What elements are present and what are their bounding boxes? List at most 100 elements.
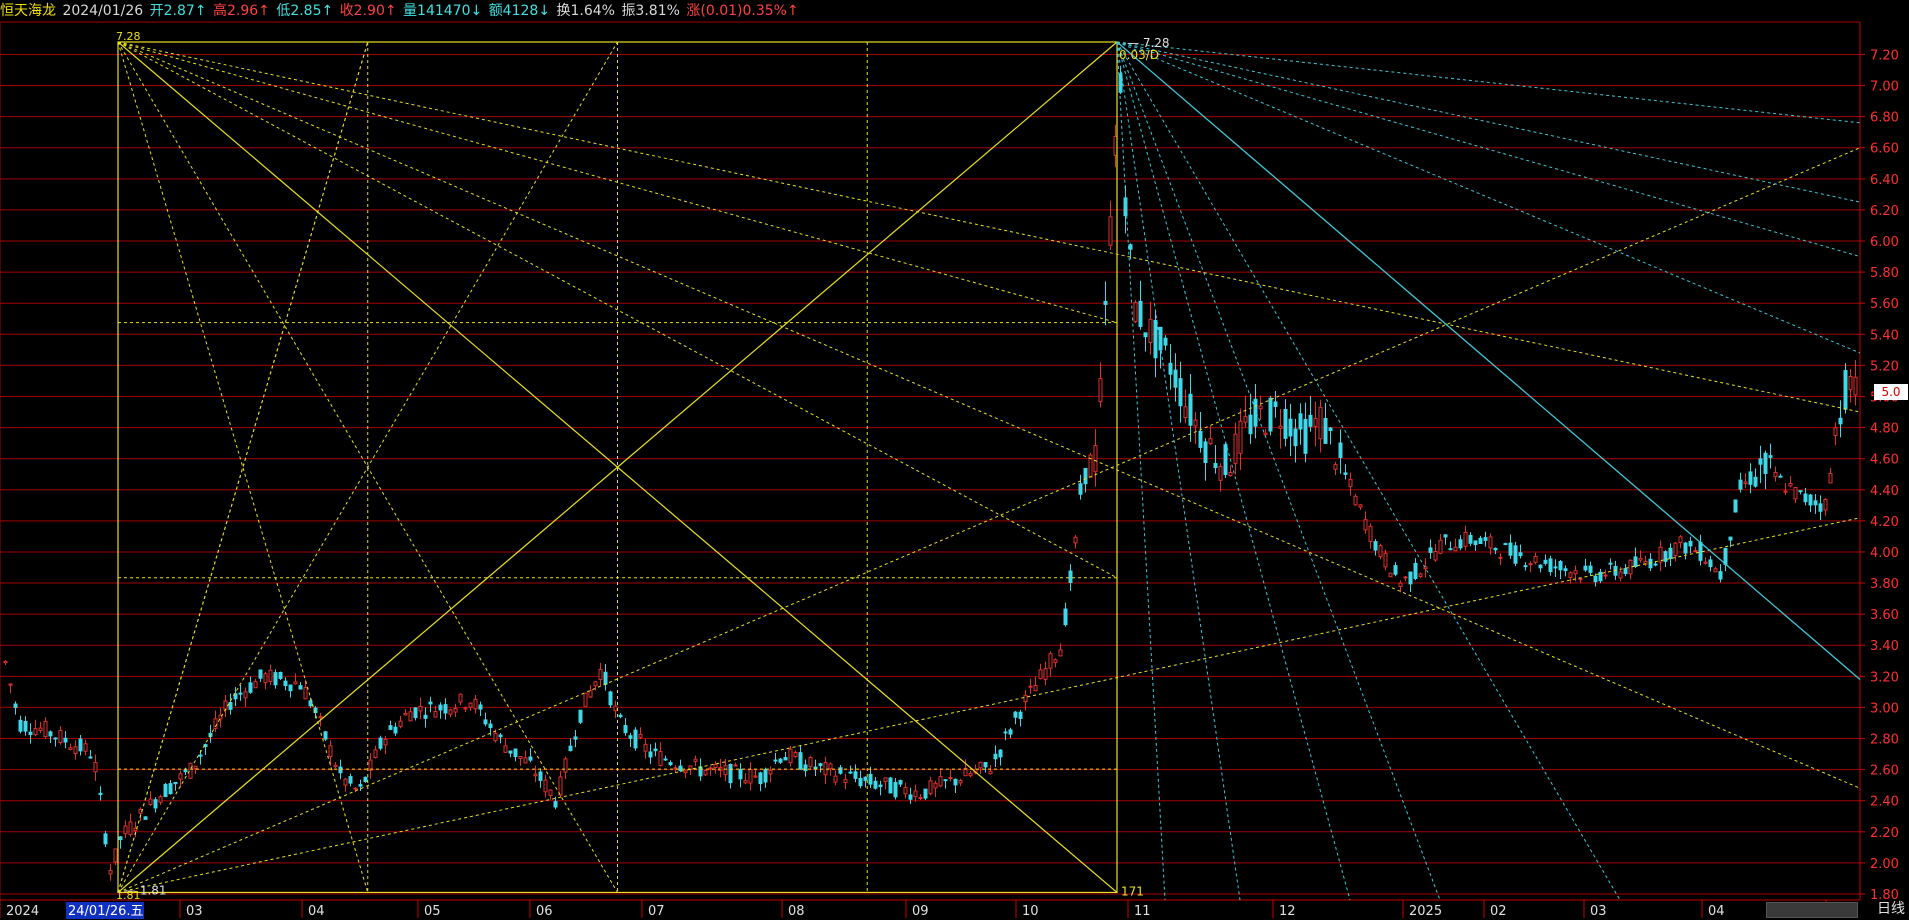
candle-down <box>23 720 28 732</box>
candle-down <box>198 754 203 757</box>
candle-down <box>1283 409 1288 439</box>
candle-down <box>758 772 763 785</box>
y-tick-label: 3.60 <box>1870 608 1899 623</box>
cyan-fan-line <box>1116 41 1621 901</box>
candle-down <box>1503 543 1508 546</box>
candle-up <box>558 776 563 796</box>
candle-up <box>1528 563 1533 566</box>
candle-down <box>143 816 148 820</box>
candle-down <box>1508 542 1513 556</box>
cyan-fan-line <box>1116 41 1861 258</box>
candle-up <box>223 700 228 710</box>
candle-up <box>1773 472 1778 478</box>
candle-down <box>1723 547 1728 565</box>
candle-up <box>1463 531 1468 547</box>
candle-up <box>1848 375 1853 391</box>
candle-up <box>958 780 963 784</box>
y-tick-label: 6.20 <box>1870 204 1899 219</box>
candle-down <box>1548 558 1553 573</box>
candle-up <box>978 761 983 769</box>
candle-down <box>1768 455 1773 458</box>
candle-down <box>1138 300 1143 327</box>
candle-down <box>1198 430 1203 448</box>
candle-down <box>1748 471 1753 485</box>
candle-up <box>1263 432 1268 436</box>
candle-up <box>1033 684 1038 692</box>
candle-up <box>1073 536 1078 544</box>
candle-down <box>1078 483 1083 495</box>
cyan-main-line <box>1116 41 1861 680</box>
candle-up <box>1498 556 1503 559</box>
x-tick-label: 12 <box>1279 904 1296 919</box>
candle-up <box>158 796 163 803</box>
candle-down <box>388 725 393 730</box>
candle-down <box>423 714 428 719</box>
period-label[interactable]: 日线 <box>1877 898 1905 918</box>
candle-up <box>1703 561 1708 564</box>
candle-up <box>193 765 198 769</box>
candle-down <box>1763 452 1768 474</box>
candle-up <box>1278 425 1283 429</box>
candle-down <box>623 725 628 734</box>
candle-up <box>353 787 358 790</box>
candle-up <box>1398 582 1403 587</box>
candle-up <box>683 770 688 774</box>
candle-up <box>523 757 528 764</box>
candle-up <box>1313 417 1318 427</box>
candle-down <box>308 700 313 707</box>
candle-down <box>1083 467 1088 485</box>
candle-down <box>78 738 83 752</box>
candle-up <box>1823 499 1828 511</box>
candle-up <box>1148 318 1153 343</box>
candle-up <box>1108 216 1113 246</box>
gann-fan-line <box>117 517 1861 893</box>
candle-down <box>648 751 653 758</box>
candle-down <box>1653 563 1658 566</box>
candle-down <box>953 778 958 786</box>
candle-up <box>1243 416 1248 423</box>
candle-down <box>1813 500 1818 506</box>
candle-down <box>1623 568 1628 575</box>
candle-up <box>68 747 73 750</box>
candle-up <box>128 821 133 835</box>
x-tick-label: 03 <box>186 904 203 919</box>
candle-down <box>1128 244 1133 250</box>
candlestick-chart[interactable]: 7.20 7.00 6.80 6.60 6.40 6.20 6.00 5.80 5.60 5.40… <box>0 0 1909 920</box>
candle-down <box>1293 428 1298 447</box>
candle-up <box>1053 659 1058 664</box>
candle-up <box>768 769 773 775</box>
candle-up <box>1228 471 1233 477</box>
candle-down <box>1718 571 1723 580</box>
candle-down <box>853 771 858 779</box>
candle-down <box>943 779 948 782</box>
candle-down <box>893 781 898 798</box>
candle-up <box>968 772 973 777</box>
candle-down <box>1448 548 1453 551</box>
candle-up <box>903 787 908 795</box>
candle-down <box>98 792 103 796</box>
candle-up <box>1783 490 1788 493</box>
candle-up <box>113 848 118 863</box>
y-tick-label: 4.80 <box>1870 422 1899 437</box>
candle-down <box>763 769 768 783</box>
x-tick-label: 03 <box>1590 904 1607 919</box>
candle-down <box>1323 417 1328 444</box>
candle-down <box>803 764 808 772</box>
candle-down <box>1018 711 1023 719</box>
candle-down <box>633 729 638 749</box>
candle-down <box>1143 332 1148 338</box>
candle-up <box>748 769 753 784</box>
candle-down <box>1483 537 1488 541</box>
candle-down <box>653 748 658 752</box>
candle-down <box>618 714 623 718</box>
candle-down <box>428 701 433 705</box>
y-tick-label: 7.00 <box>1870 80 1899 95</box>
candle-up <box>1043 668 1048 680</box>
scrollbar-thumb[interactable] <box>1766 902 1858 918</box>
candle-down <box>1458 539 1463 549</box>
candle-up <box>1658 546 1663 563</box>
candle-down <box>1273 401 1278 407</box>
candle-up <box>33 728 38 736</box>
candle-up <box>1533 556 1538 563</box>
candle-up <box>463 707 468 710</box>
